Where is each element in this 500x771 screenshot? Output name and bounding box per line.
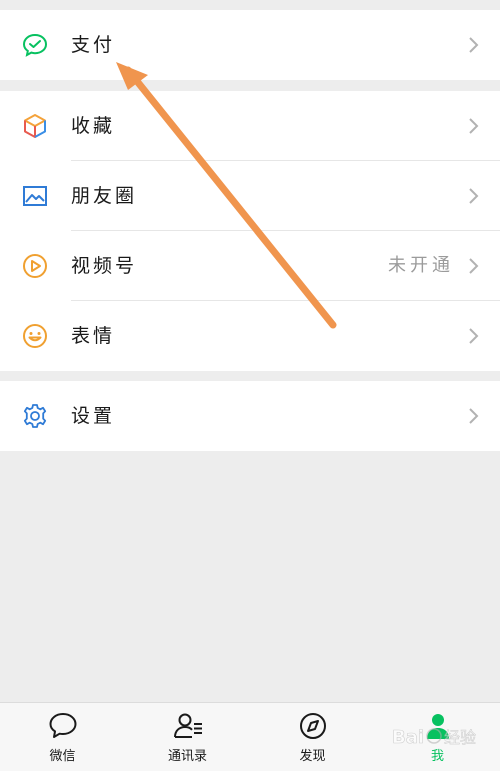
chevron-right-icon <box>469 118 479 134</box>
menu-item-pay[interactable]: 支付 <box>0 10 500 80</box>
chevron-right-icon <box>469 408 479 424</box>
tab-contacts[interactable]: 通讯录 <box>125 703 250 771</box>
settings-group: 设置 <box>0 381 500 451</box>
chevron-right-icon <box>469 37 479 53</box>
watermark-logo: Bai 经验 <box>392 727 477 749</box>
channels-status: 未开通 <box>388 255 454 276</box>
compass-icon <box>300 713 326 739</box>
menu-item-label: 朋友圈 <box>71 185 138 207</box>
play-circle-icon <box>22 253 48 279</box>
tab-label: 微信 <box>49 749 76 764</box>
cube-icon <box>22 113 48 139</box>
chevron-right-icon <box>469 258 479 274</box>
svg-text:Bai: Bai <box>392 727 424 748</box>
svg-text:经验: 经验 <box>444 728 476 747</box>
baidu-watermark: Bai 经验 <box>388 716 498 756</box>
menu-item-settings[interactable]: 设置 <box>0 381 500 451</box>
menu-item-favorites[interactable]: 收藏 <box>0 91 500 161</box>
menu-item-label: 收藏 <box>71 115 116 137</box>
menu-item-label: 支付 <box>71 34 116 56</box>
gear-icon <box>22 403 48 429</box>
tab-label: 通讯录 <box>167 749 207 764</box>
menu-item-label: 设置 <box>71 405 116 427</box>
menu-item-label: 表情 <box>71 325 116 347</box>
services-group: 收藏 朋友圈 视频号 未开通 表情 <box>0 91 500 371</box>
pay-group: 支付 <box>0 10 500 80</box>
tab-chats[interactable]: 微信 <box>0 703 125 771</box>
menu-item-stickers[interactable]: 表情 <box>0 301 500 371</box>
menu-item-moments[interactable]: 朋友圈 <box>0 161 500 231</box>
tab-label: 发现 <box>299 749 326 764</box>
contacts-icon <box>174 713 202 738</box>
tab-discover[interactable]: 发现 <box>250 703 375 771</box>
smiley-icon <box>22 323 48 349</box>
chevron-right-icon <box>469 188 479 204</box>
chat-bubble-icon <box>49 713 77 738</box>
menu-item-channels[interactable]: 视频号 未开通 <box>0 231 500 301</box>
photo-icon <box>22 183 48 209</box>
chevron-right-icon <box>469 328 479 344</box>
menu-item-label: 视频号 <box>71 255 138 277</box>
wechat-pay-icon <box>22 32 48 58</box>
